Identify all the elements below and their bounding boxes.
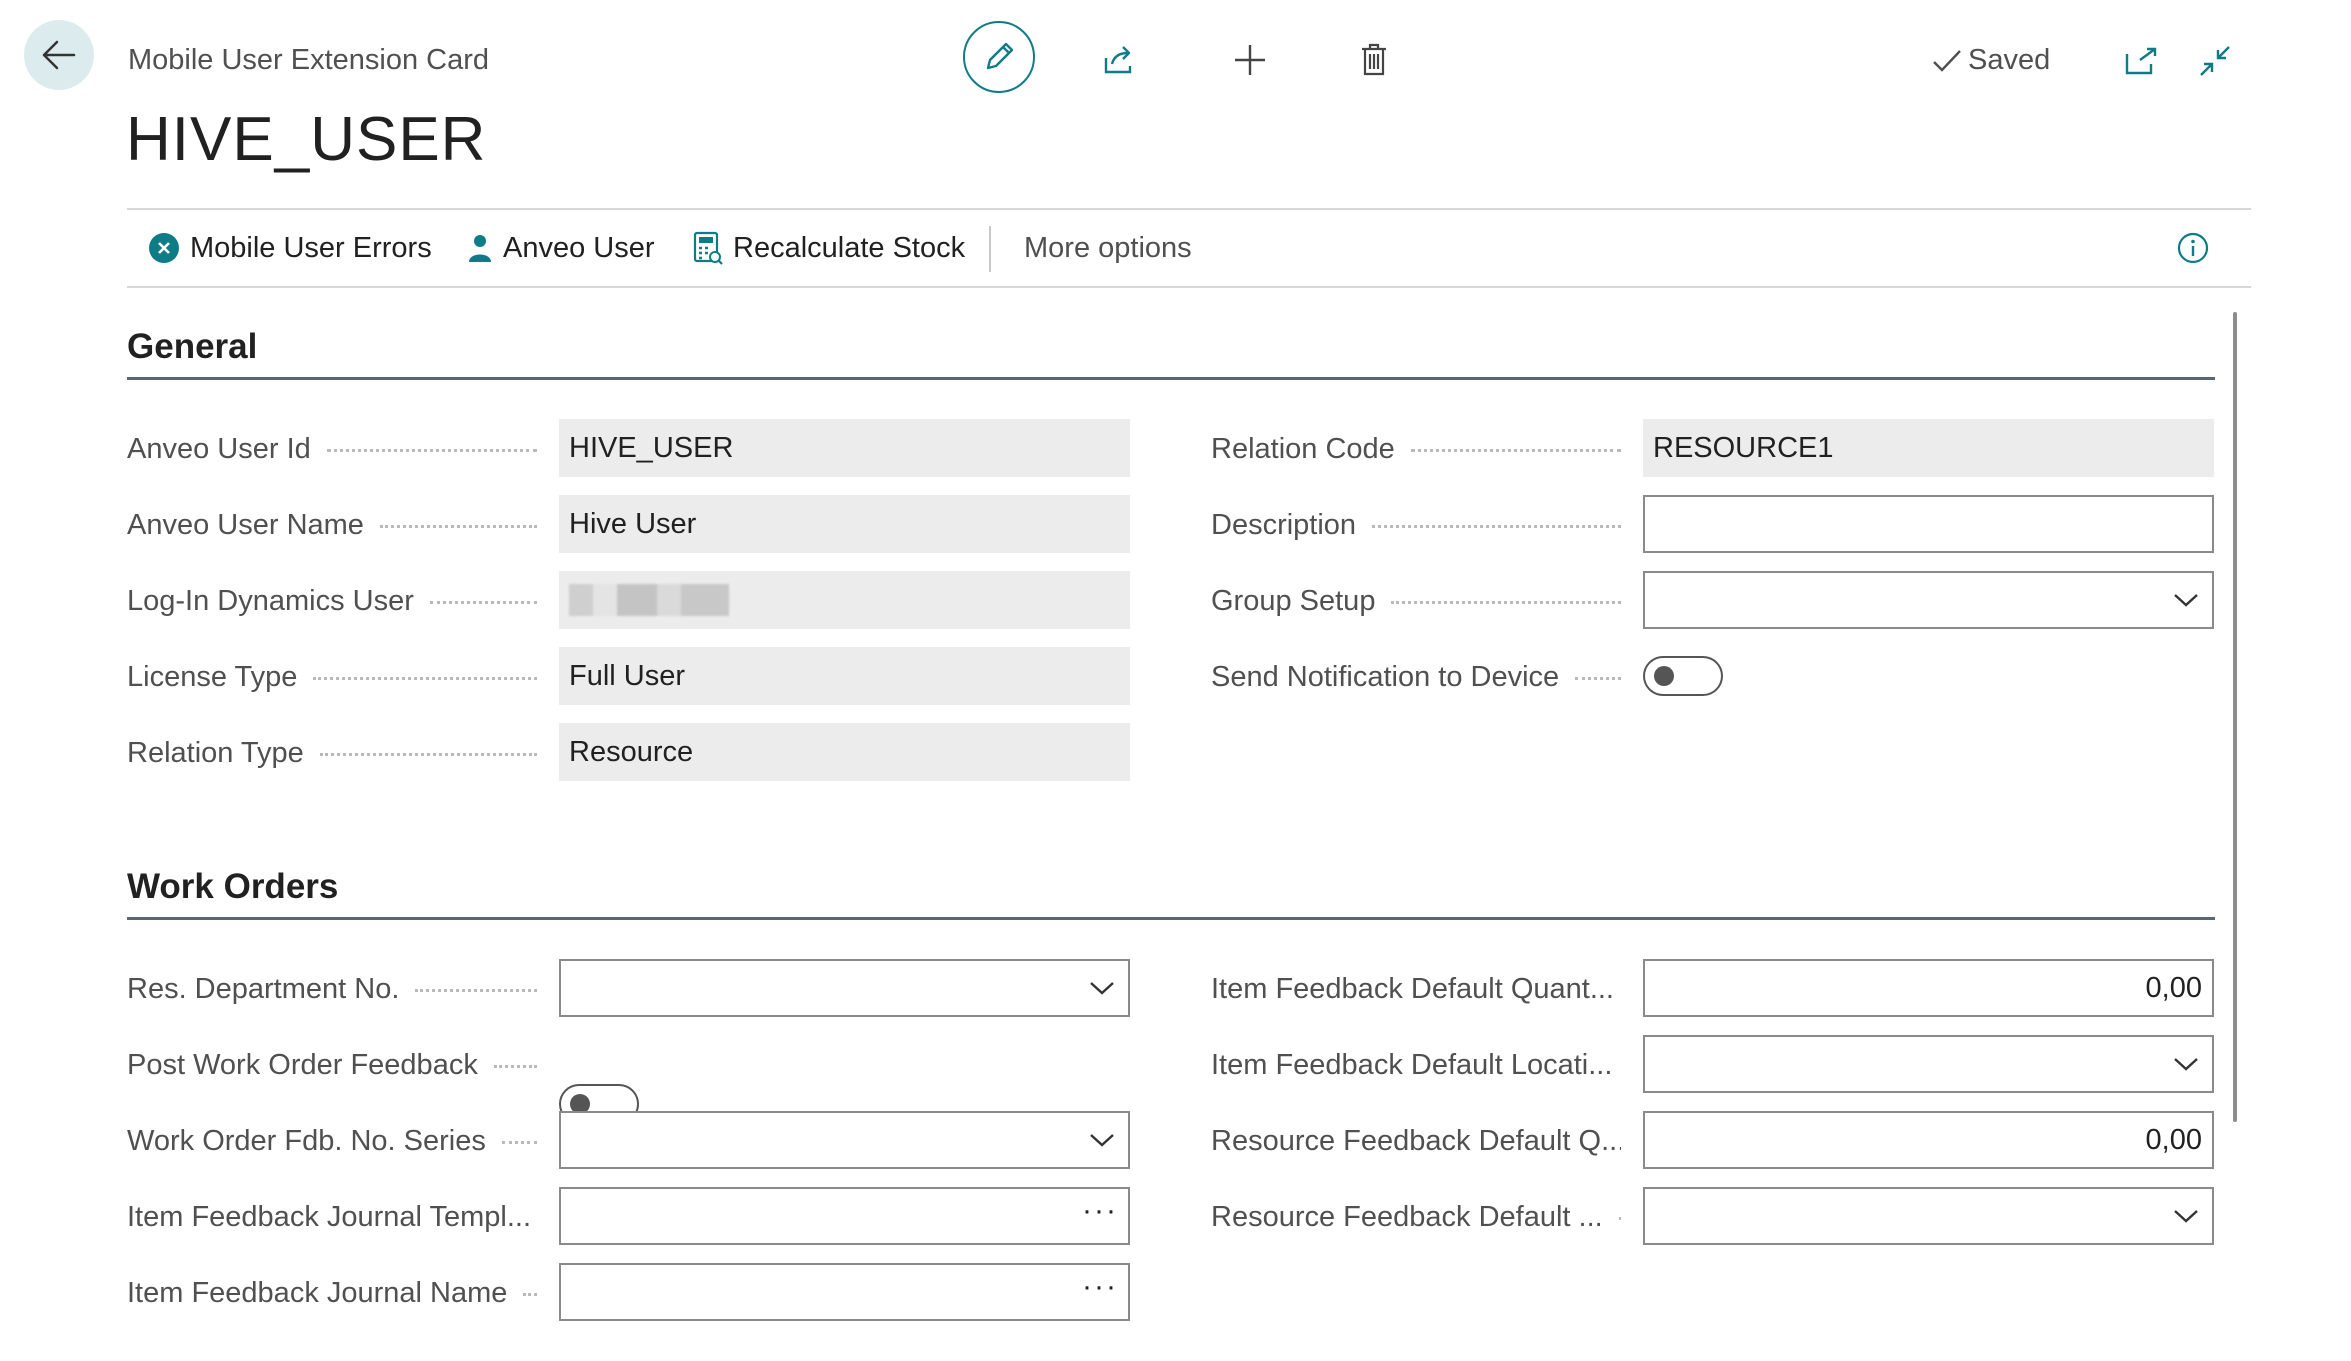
page-title: HIVE_USER xyxy=(126,105,487,174)
checkmark-icon xyxy=(1933,49,1961,72)
relation-type-value: Resource xyxy=(569,735,694,768)
resource-feedback-default-quantity-input[interactable]: 0,00 xyxy=(1643,1111,2214,1169)
field-label-anveo-user-id: Anveo User Id xyxy=(127,426,537,472)
resource-feedback-default-quantity-value: 0,00 xyxy=(2145,1123,2202,1156)
action-bar: Mobile User Errors Anveo User Recalculat… xyxy=(127,208,2251,288)
anveo-user-id-field: HIVE_USER xyxy=(559,419,1130,477)
delete-button[interactable] xyxy=(1350,36,1398,84)
item-feedback-default-location-dropdown[interactable] xyxy=(1643,1035,2214,1093)
field-label-post-work-order-feedback: Post Work Order Feedback xyxy=(127,1042,537,1088)
relation-code-field: RESOURCE1 xyxy=(1643,419,2214,477)
share-icon xyxy=(1104,46,1132,74)
send-notification-toggle[interactable] xyxy=(1643,656,1723,696)
anveo-user-action[interactable]: Anveo User xyxy=(467,210,655,286)
license-type-value: Full User xyxy=(569,659,686,692)
item-feedback-default-quantity-value: 0,00 xyxy=(2145,971,2202,1004)
recalculate-stock-label: Recalculate Stock xyxy=(733,231,966,264)
trash-icon xyxy=(1362,43,1386,76)
field-label-resource-feedback-default: Resource Feedback Default ... xyxy=(1211,1194,1621,1240)
field-label-description: Description xyxy=(1211,502,1621,548)
saved-label: Saved xyxy=(1968,44,2051,76)
redacted-value xyxy=(569,584,729,616)
mobile-user-errors-label: Mobile User Errors xyxy=(190,231,432,264)
share-button[interactable] xyxy=(1096,36,1144,84)
chevron-down-icon xyxy=(1086,1124,1118,1156)
more-options-label: More options xyxy=(1024,231,1192,264)
field-label-work-order-fdb-no-series: Work Order Fdb. No. Series xyxy=(127,1118,537,1164)
calculator-icon xyxy=(693,231,723,265)
info-button[interactable] xyxy=(2177,210,2209,286)
field-label-item-feedback-journal-templ: Item Feedback Journal Templ... xyxy=(127,1200,532,1233)
back-button[interactable] xyxy=(24,20,94,90)
field-label-group-setup: Group Setup xyxy=(1211,578,1621,624)
lookup-ellipsis-icon[interactable]: ··· xyxy=(1082,1194,1118,1238)
relation-type-field: Resource xyxy=(559,723,1130,781)
resource-feedback-default-dropdown[interactable] xyxy=(1643,1187,2214,1245)
anveo-user-label: Anveo User xyxy=(503,231,655,264)
section-divider xyxy=(127,377,2215,380)
field-label-license-type: License Type xyxy=(127,654,537,700)
anveo-user-name-value: Hive User xyxy=(569,507,697,540)
field-label-res-department-no: Res. Department No. xyxy=(127,966,537,1012)
user-icon xyxy=(469,235,491,262)
field-label-item-feedback-default-quant: Item Feedback Default Quant... xyxy=(1211,972,1614,1005)
page-caption: Mobile User Extension Card xyxy=(128,44,490,76)
section-title-work-orders[interactable]: Work Orders xyxy=(127,867,338,907)
res-department-no-dropdown[interactable] xyxy=(559,959,1130,1017)
description-input[interactable] xyxy=(1643,495,2214,553)
license-type-field: Full User xyxy=(559,647,1130,705)
collapse-icon xyxy=(2200,46,2230,76)
vertical-scrollbar[interactable] xyxy=(2233,312,2237,1122)
section-title-general[interactable]: General xyxy=(127,327,257,367)
collapse-button[interactable] xyxy=(2192,38,2238,84)
field-label-item-feedback-default-locati: Item Feedback Default Locati... xyxy=(1211,1048,1613,1081)
field-label-login-dynamics-user: Log-In Dynamics User xyxy=(127,578,537,624)
field-label-anveo-user-name: Anveo User Name xyxy=(127,502,537,548)
action-separator xyxy=(989,226,991,272)
open-new-window-button[interactable] xyxy=(2118,38,2164,84)
recalculate-stock-action[interactable]: Recalculate Stock xyxy=(693,210,965,286)
new-button[interactable] xyxy=(1226,36,1274,84)
plus-icon xyxy=(1235,45,1265,75)
field-label-send-notification: Send Notification to Device xyxy=(1211,654,1621,700)
section-divider xyxy=(127,917,2215,920)
item-feedback-journal-name-input[interactable]: ··· xyxy=(559,1263,1130,1321)
error-circle-icon xyxy=(149,233,179,263)
chevron-down-icon xyxy=(2170,1200,2202,1232)
field-label-relation-type: Relation Type xyxy=(127,730,537,776)
field-label-relation-code: Relation Code xyxy=(1211,426,1621,472)
group-setup-dropdown[interactable] xyxy=(1643,571,2214,629)
item-feedback-journal-templ-input[interactable]: ··· xyxy=(559,1187,1130,1245)
anveo-user-name-field: Hive User xyxy=(559,495,1130,553)
lookup-ellipsis-icon[interactable]: ··· xyxy=(1082,1270,1118,1314)
item-feedback-default-quantity-input[interactable]: 0,00 xyxy=(1643,959,2214,1017)
relation-code-value: RESOURCE1 xyxy=(1653,431,1834,464)
field-label-resource-feedback-default-q: Resource Feedback Default Q... xyxy=(1211,1124,1621,1157)
saved-status: Saved xyxy=(1932,44,2050,77)
chevron-down-icon xyxy=(2170,584,2202,616)
open-new-window-icon xyxy=(2125,47,2157,75)
anveo-user-id-value: HIVE_USER xyxy=(569,431,734,464)
back-arrow-icon xyxy=(42,40,76,70)
chevron-down-icon xyxy=(1086,972,1118,1004)
toggle-knob xyxy=(1654,666,1674,686)
more-options-action[interactable]: More options xyxy=(1024,210,1192,286)
edit-pencil-icon xyxy=(986,42,1014,70)
field-label-item-feedback-journal-name: Item Feedback Journal Name xyxy=(127,1270,537,1316)
work-order-fdb-no-series-dropdown[interactable] xyxy=(559,1111,1130,1169)
chevron-down-icon xyxy=(2170,1048,2202,1080)
login-dynamics-user-field xyxy=(559,571,1130,629)
mobile-user-errors-action[interactable]: Mobile User Errors xyxy=(148,210,432,286)
info-icon xyxy=(2177,232,2209,264)
edit-button[interactable] xyxy=(963,21,1035,93)
